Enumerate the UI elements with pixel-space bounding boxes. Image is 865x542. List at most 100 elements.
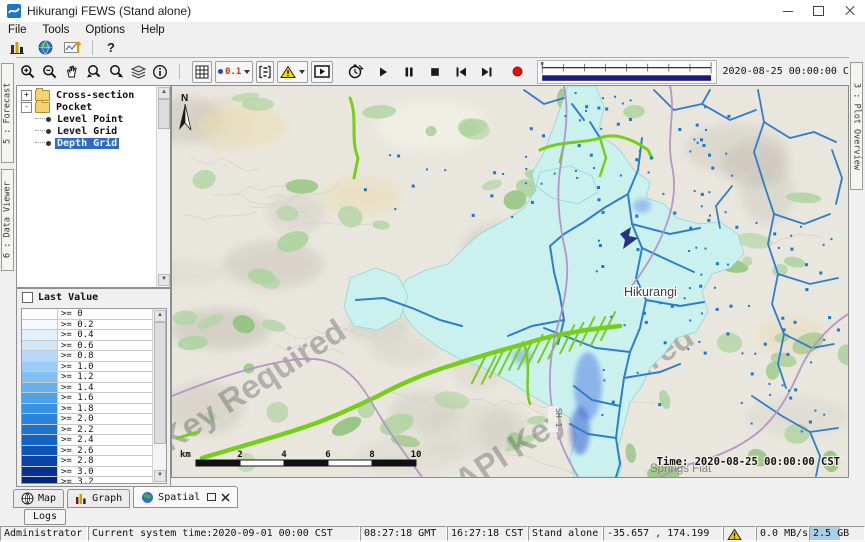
play-button[interactable] — [373, 62, 393, 82]
tab-map[interactable]: Map — [13, 489, 64, 508]
tree-item-label: Level Point — [55, 114, 125, 125]
collapse-icon[interactable]: - — [21, 102, 32, 113]
legend-threshold-label: >= 1.0 — [58, 362, 152, 373]
svg-text:4: 4 — [281, 450, 287, 460]
step-back-button[interactable] — [451, 62, 471, 82]
globe-icon — [141, 491, 154, 504]
last-value-label: Last Value — [38, 292, 98, 303]
menu-item-options[interactable]: Options — [77, 24, 133, 36]
legend-threshold-label: >= 2.8 — [58, 456, 152, 467]
animation-panel-button[interactable] — [311, 61, 333, 83]
main-toolbar: ? — [0, 37, 865, 58]
legend-row: >= 2.4 — [22, 435, 152, 446]
zoom-out-icon[interactable] — [40, 62, 60, 82]
map-viewport[interactable]: API Key Required API Key Required — [171, 85, 849, 478]
layers-icon[interactable] — [128, 62, 148, 82]
zoom-previous-icon[interactable] — [84, 62, 104, 82]
status-warning-icon — [723, 526, 756, 541]
tab-forecast[interactable]: 5 : Forecast — [1, 63, 14, 163]
step-forward-button[interactable] — [477, 62, 497, 82]
legend-color-table: >= 0>= 0.2>= 0.4>= 0.6>= 0.8>= 1.0>= 1.2… — [21, 308, 167, 484]
close-button[interactable] — [834, 0, 865, 22]
map-display-icon[interactable] — [34, 38, 56, 56]
grid-display-button[interactable] — [192, 61, 212, 83]
threshold-dot-icon — [218, 69, 223, 74]
tree-item-level-grid[interactable]: Level Grid — [21, 125, 156, 137]
close-tab-icon[interactable] — [221, 493, 230, 502]
svg-text:km: km — [180, 450, 191, 460]
status-user: Administrator — [0, 526, 88, 541]
database-viewer-icon[interactable] — [6, 38, 28, 56]
globe-wireframe-icon — [21, 492, 34, 505]
chevron-down-icon — [244, 70, 250, 74]
legend-editor-button[interactable] — [256, 61, 274, 83]
tab-data-viewer[interactable]: 6 : Data Viewer — [1, 169, 14, 271]
info-icon[interactable] — [150, 62, 170, 82]
expand-icon[interactable]: + — [21, 90, 32, 101]
tree-connector-line — [35, 118, 45, 120]
menu-item-tools[interactable]: Tools — [35, 24, 78, 36]
maximize-button[interactable] — [803, 0, 834, 22]
tree-item-label: Level Grid — [55, 126, 119, 137]
legend-color-swatch — [22, 320, 58, 331]
stop-button[interactable] — [425, 62, 445, 82]
app-logo-icon — [7, 4, 21, 18]
tree-item-label: Cross-section — [54, 90, 136, 101]
legend-color-swatch — [22, 414, 58, 425]
threshold-dropdown[interactable]: 0.1 — [215, 61, 253, 83]
logs-row: Logs — [0, 508, 865, 525]
tree-item-level-point[interactable]: Level Point — [21, 113, 156, 125]
pan-hand-icon[interactable] — [62, 62, 82, 82]
tab-plot-overview[interactable]: 3 : Plot Overview — [850, 62, 863, 190]
float-panel-icon[interactable] — [207, 493, 216, 501]
legend-color-swatch — [22, 456, 58, 467]
legend-color-swatch — [22, 393, 58, 404]
legend-color-swatch — [22, 341, 58, 352]
scrollbar-thumb[interactable] — [158, 99, 170, 129]
legend-color-swatch — [22, 435, 58, 446]
legend-row: >= 0.6 — [22, 341, 152, 352]
tab-graph[interactable]: Graph — [67, 489, 130, 508]
menu-item-file[interactable]: File — [0, 24, 35, 36]
scroll-down-icon[interactable]: ▼ — [154, 470, 166, 482]
scroll-up-icon[interactable]: ▲ — [154, 310, 166, 322]
legend-scrollbar[interactable]: ▲ ▼ — [152, 309, 166, 483]
tab-logs[interactable]: Logs — [24, 509, 66, 525]
legend-row: >= 1.0 — [22, 362, 152, 373]
scroll-down-icon[interactable]: ▼ — [158, 274, 170, 286]
legend-row: >= 1.4 — [22, 383, 152, 394]
set-time-icon[interactable] — [345, 62, 365, 82]
legend-threshold-label: >= 1.8 — [58, 404, 152, 415]
legend-row: >= 3.2 — [22, 477, 152, 483]
current-time-label: 2020-08-25 00:00:00 CST — [723, 66, 861, 77]
zoom-in-icon[interactable] — [18, 62, 38, 82]
tree-item-pocket[interactable]: -Pocket — [21, 101, 156, 113]
legend-threshold-label: >= 0.6 — [58, 341, 152, 352]
menu-item-help[interactable]: Help — [133, 24, 173, 36]
legend-row: >= 2.6 — [22, 446, 152, 457]
legend-panel: Last Value >= 0>= 0.2>= 0.4>= 0.6>= 0.8>… — [16, 288, 171, 487]
legend-color-swatch — [22, 362, 58, 373]
timeline-slider[interactable] — [537, 60, 716, 84]
legend-threshold-label: >= 0.2 — [58, 320, 152, 331]
pause-button[interactable] — [399, 62, 419, 82]
tree-scrollbar[interactable]: ▲ ▼ — [156, 86, 170, 287]
node-bullet-icon — [46, 117, 51, 122]
scroll-up-icon[interactable]: ▲ — [158, 87, 170, 99]
map-time-label: Time: 2020-08-25 00:00:00 CST — [657, 456, 840, 468]
record-button[interactable] — [507, 62, 527, 82]
minimize-button[interactable] — [772, 0, 803, 22]
timeseries-dialog-icon[interactable] — [62, 38, 84, 56]
status-download-speed: 0.0 MB/s — [756, 526, 809, 541]
tab-spatial[interactable]: Spatial — [133, 486, 238, 508]
legend-row: >= 0.4 — [22, 330, 152, 341]
warnings-dropdown[interactable] — [277, 61, 308, 83]
zoom-next-icon[interactable] — [106, 62, 126, 82]
status-memory: 2.5 GB — [809, 526, 865, 541]
bar-chart-icon — [75, 492, 88, 505]
legend-color-swatch — [22, 425, 58, 436]
tree-item-depth-grid[interactable]: Depth Grid — [21, 137, 156, 149]
scrollbar-thumb[interactable] — [154, 322, 166, 444]
help-button[interactable]: ? — [101, 40, 121, 55]
last-value-checkbox[interactable] — [22, 292, 33, 303]
